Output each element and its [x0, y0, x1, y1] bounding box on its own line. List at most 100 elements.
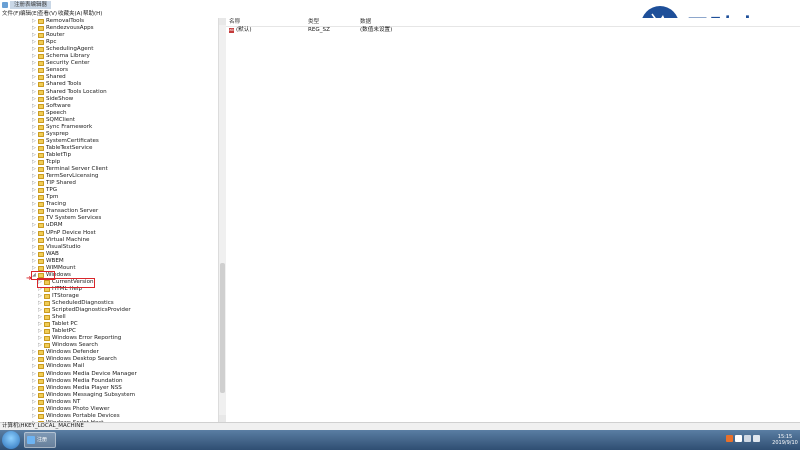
expand-arrow-icon[interactable]: ▷: [32, 399, 36, 406]
expand-arrow-icon[interactable]: ▷: [32, 152, 36, 159]
expand-arrow-icon[interactable]: ▷: [32, 103, 36, 110]
tree-item[interactable]: ▷ Schema Library: [0, 53, 218, 60]
expand-arrow-icon[interactable]: ▷: [38, 300, 42, 307]
menu-help[interactable]: 帮助(H): [83, 10, 102, 18]
tree-item[interactable]: ▷ TermServLicensing: [0, 173, 218, 180]
tree-item[interactable]: ▷ Speech: [0, 110, 218, 117]
expand-arrow-icon[interactable]: ▷: [32, 194, 36, 201]
tree-item[interactable]: ▷ Shared: [0, 74, 218, 81]
expand-arrow-icon[interactable]: ▷: [32, 230, 36, 237]
start-button[interactable]: [2, 431, 20, 449]
tree-scrollbar[interactable]: [218, 18, 226, 422]
tree-item[interactable]: ▷ Shared Tools: [0, 81, 218, 88]
menu-view[interactable]: 查看(V): [38, 10, 57, 18]
tree-item[interactable]: ▷ Tcpip: [0, 159, 218, 166]
tree-item[interactable]: ▷ WAB: [0, 251, 218, 258]
expand-arrow-icon[interactable]: ▷: [38, 293, 42, 300]
expand-arrow-icon[interactable]: ▷: [32, 173, 36, 180]
tree-item[interactable]: ▷ Sysprep: [0, 131, 218, 138]
expand-arrow-icon[interactable]: ▷: [32, 371, 36, 378]
expand-arrow-icon[interactable]: ▷: [32, 138, 36, 145]
tree-item[interactable]: ▷ Virtual Machine: [0, 237, 218, 244]
tree-item[interactable]: ▷ RendezvousApps: [0, 25, 218, 32]
expand-arrow-icon[interactable]: ▷: [32, 159, 36, 166]
tree-item[interactable]: ▷ Windows Media Device Manager: [0, 371, 218, 378]
tree-item[interactable]: ▷ VisualStudio: [0, 244, 218, 251]
tree-item[interactable]: ▷ SQMClient: [0, 117, 218, 124]
tree-item[interactable]: ▷ Security Center: [0, 60, 218, 67]
expand-arrow-icon[interactable]: ▷: [32, 201, 36, 208]
tree-item[interactable]: ▷ SchedulingAgent: [0, 46, 218, 53]
expand-arrow-icon[interactable]: ▷: [32, 60, 36, 67]
tree-item[interactable]: ▷ Shell: [0, 314, 218, 321]
expand-arrow-icon[interactable]: ▷: [32, 258, 36, 265]
menu-file[interactable]: 文件(F): [2, 10, 20, 18]
taskbar-regedit-button[interactable]: 注册: [24, 432, 56, 448]
column-name-header[interactable]: 名称: [229, 18, 240, 26]
expand-arrow-icon[interactable]: ▷: [32, 39, 36, 46]
expand-arrow-icon[interactable]: ▷: [38, 328, 42, 335]
network-icon[interactable]: [744, 435, 751, 442]
tree-item[interactable]: ▷ Tracing: [0, 201, 218, 208]
expand-arrow-icon[interactable]: ▷: [38, 321, 42, 328]
value-row[interactable]: ab (默认) REG_SZ (数值未设置): [226, 27, 800, 34]
expand-arrow-icon[interactable]: ▷: [32, 208, 36, 215]
expand-arrow-icon[interactable]: ▷: [38, 314, 42, 321]
tree-item[interactable]: ▷ TV System Services: [0, 215, 218, 222]
expand-arrow-icon[interactable]: ▷: [32, 96, 36, 103]
expand-arrow-icon[interactable]: ▷: [32, 392, 36, 399]
expand-arrow-icon[interactable]: ▷: [32, 413, 36, 420]
expand-arrow-icon[interactable]: ▷: [32, 187, 36, 194]
expand-arrow-icon[interactable]: ▷: [32, 215, 36, 222]
scroll-down-button[interactable]: [219, 415, 226, 422]
tree-item[interactable]: ▷ Tpm: [0, 194, 218, 201]
clock[interactable]: 15:15 2019/9/10: [770, 434, 800, 446]
expand-arrow-icon[interactable]: ▷: [32, 32, 36, 39]
tree-item[interactable]: ▷ Windows Mail: [0, 363, 218, 370]
expand-arrow-icon[interactable]: ▷: [32, 67, 36, 74]
tree-item[interactable]: ▷ Windows Photo Viewer: [0, 406, 218, 413]
tree-item[interactable]: ▷ ITStorage: [0, 293, 218, 300]
expand-arrow-icon[interactable]: ▷: [32, 25, 36, 32]
expand-arrow-icon[interactable]: ▷: [32, 349, 36, 356]
tree-item[interactable]: ▷ Transaction Server: [0, 208, 218, 215]
tree-item[interactable]: ▷ TabletPC: [0, 328, 218, 335]
expand-arrow-icon[interactable]: ▷: [32, 81, 36, 88]
tree-item[interactable]: ▷ TIP Shared: [0, 180, 218, 187]
tree-item[interactable]: ▷ SystemCertificates: [0, 138, 218, 145]
volume-icon[interactable]: [753, 435, 760, 442]
tree-item[interactable]: ▷ WBEM: [0, 258, 218, 265]
scroll-up-button[interactable]: [219, 18, 226, 25]
expand-arrow-icon[interactable]: ▷: [32, 131, 36, 138]
tree-item[interactable]: ▷ ScriptedDiagnosticsProvider: [0, 307, 218, 314]
tree-item[interactable]: ▷ Software: [0, 103, 218, 110]
tree-item[interactable]: ▷ SideShow: [0, 96, 218, 103]
expand-arrow-icon[interactable]: ▷: [32, 145, 36, 152]
tree-item[interactable]: ▷ ScheduledDiagnostics: [0, 300, 218, 307]
menu-favorites[interactable]: 收藏夹(A): [58, 10, 83, 18]
tree-item[interactable]: ▷ Rpc: [0, 39, 218, 46]
expand-arrow-icon[interactable]: ▷: [38, 307, 42, 314]
input-method-icon[interactable]: [726, 435, 733, 442]
tree-item[interactable]: ▷ Sync Framework: [0, 124, 218, 131]
tree-item[interactable]: ▷ UPnP Device Host: [0, 230, 218, 237]
expand-arrow-icon[interactable]: ▷: [32, 46, 36, 53]
tree-item[interactable]: ▷ HTML Help: [0, 286, 218, 293]
scrollbar-thumb[interactable]: [220, 263, 225, 393]
tree-item[interactable]: ▷ RemovalTools: [0, 18, 218, 25]
tree-item[interactable]: ▷ Terminal Server Client: [0, 166, 218, 173]
tree-item[interactable]: ▷ Windows Desktop Search: [0, 356, 218, 363]
tree-item[interactable]: ▷ Windows Portable Devices: [0, 413, 218, 420]
expand-arrow-icon[interactable]: ▷: [32, 356, 36, 363]
tree-item[interactable]: ▷ Windows Media Player NSS: [0, 385, 218, 392]
registry-tree[interactable]: ▷ RemovalTools ▷ RendezvousApps ▷ Router ▷ Rpc ▷…: [0, 18, 218, 422]
tree-item[interactable]: ▷ TabletTip: [0, 152, 218, 159]
tree-item[interactable]: ▷ Windows Defender: [0, 349, 218, 356]
expand-arrow-icon[interactable]: ▷: [38, 335, 42, 342]
expand-arrow-icon[interactable]: ▷: [32, 74, 36, 81]
expand-arrow-icon[interactable]: ▷: [32, 166, 36, 173]
expand-arrow-icon[interactable]: ▷: [32, 244, 36, 251]
menu-edit[interactable]: 编辑(E): [20, 10, 39, 18]
expand-arrow-icon[interactable]: ▷: [38, 342, 42, 349]
tree-item[interactable]: ▷ TableTextService: [0, 145, 218, 152]
